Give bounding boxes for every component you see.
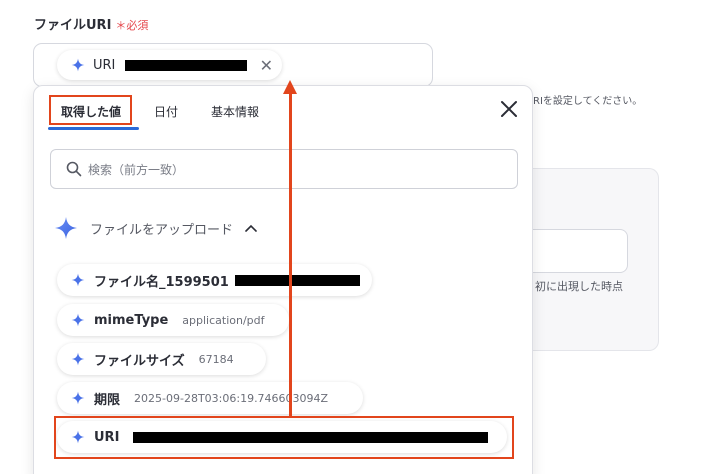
field-hint: RIを設定してください。 xyxy=(533,96,643,107)
section-title: ファイルをアップロード xyxy=(90,222,234,238)
annotation-tab-highlight xyxy=(49,95,132,125)
search-icon xyxy=(66,161,82,177)
item-value: 67184 xyxy=(198,352,234,366)
annotation-arrow-head xyxy=(283,80,297,94)
sparkle-icon xyxy=(71,273,85,287)
section-file-upload[interactable]: ファイルをアップロード xyxy=(54,216,257,240)
required-marker: ＊必須 xyxy=(115,19,149,32)
background-input[interactable] xyxy=(533,229,628,273)
close-icon[interactable]: ✕ xyxy=(260,56,273,75)
annotation-uri-highlight xyxy=(54,416,514,459)
item-name: ファイルサイズ xyxy=(94,353,185,369)
item-value: application/pdf xyxy=(182,313,265,327)
redacted-value xyxy=(234,274,360,286)
close-icon[interactable] xyxy=(500,100,518,118)
active-tab-indicator xyxy=(48,127,139,130)
sparkle-icon xyxy=(71,313,85,327)
list-item-mimetype[interactable]: mimeType application/pdf xyxy=(57,304,289,336)
sparkle-icon xyxy=(71,391,85,405)
field-label: ファイルURI ＊必須 xyxy=(34,14,148,33)
list-item-file-size[interactable]: ファイルサイズ 67184 xyxy=(57,343,266,375)
chevron-up-icon[interactable] xyxy=(245,224,257,232)
tab-date[interactable]: 日付 xyxy=(154,103,178,120)
sparkle-icon xyxy=(55,217,77,239)
item-name: 期限 xyxy=(94,392,121,408)
annotation-arrow-line xyxy=(289,92,292,417)
background-note: 初に出現した時点 xyxy=(535,280,623,293)
tab-basic-info[interactable]: 基本情報 xyxy=(211,103,259,120)
uri-chip[interactable]: URI ✕ xyxy=(57,50,282,80)
search-placeholder: 検索（前方一致） xyxy=(88,162,185,177)
item-name: ファイル名_1599501 xyxy=(94,274,229,290)
field-label-text: ファイルURI xyxy=(34,18,112,33)
item-name: mimeType xyxy=(94,312,169,328)
search-input[interactable]: 検索（前方一致） xyxy=(50,149,518,189)
sparkle-icon xyxy=(71,352,85,366)
chip-label: URI xyxy=(93,57,116,73)
list-item-file-name[interactable]: ファイル名_1599501 xyxy=(57,264,372,296)
list-item-expiry[interactable]: 期限 2025-09-28T03:06:19.746603094Z xyxy=(57,382,363,414)
item-value: 2025-09-28T03:06:19.746603094Z xyxy=(134,391,329,405)
sparkle-icon xyxy=(71,58,85,72)
redacted-value xyxy=(125,59,248,71)
